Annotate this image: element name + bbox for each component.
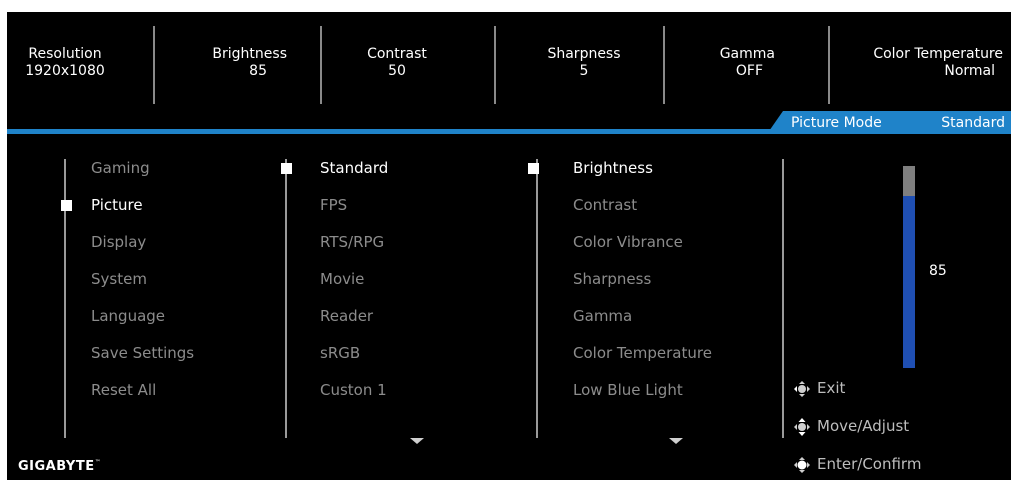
status-divider [663, 26, 665, 104]
main-menu-item-picture[interactable]: Picture [91, 196, 143, 214]
hint-move-adjust-label: Move/Adjust [817, 417, 910, 435]
setting-menu-item-color-vibrance[interactable]: Color Vibrance [573, 233, 683, 251]
selection-marker-icon [61, 200, 72, 211]
brightness-slider-value: 85 [929, 263, 947, 279]
main-menu-item-save-settings[interactable]: Save Settings [91, 344, 194, 362]
scroll-down-arrow-icon[interactable] [669, 438, 683, 444]
accent-separator [7, 129, 1011, 134]
scroll-down-arrow-icon[interactable] [410, 438, 424, 444]
mode-menu-item-rts-rpg[interactable]: RTS/RPG [320, 233, 384, 251]
main-menu-item-system[interactable]: System [91, 270, 147, 288]
setting-menu-item-sharpness[interactable]: Sharpness [573, 270, 651, 288]
status-divider [494, 26, 496, 104]
setting-menu-item-low-blue-light[interactable]: Low Blue Light [573, 381, 683, 399]
status-color-temperature-label: Color Temperature [873, 46, 1003, 62]
joystick-press-icon [794, 457, 810, 473]
status-divider [153, 26, 155, 104]
status-contrast-value: 50 [388, 63, 406, 79]
status-divider [320, 26, 322, 104]
status-brightness: Brightness 85 [167, 46, 287, 80]
status-sharpness-label: Sharpness [547, 46, 621, 62]
status-divider [828, 26, 830, 104]
selection-marker-icon [528, 163, 539, 174]
status-resolution-label: Resolution [28, 46, 102, 62]
hint-exit-label: Exit [817, 379, 846, 397]
hint-enter-confirm-label: Enter/Confirm [817, 455, 922, 473]
main-menu-item-reset-all[interactable]: Reset All [91, 381, 156, 399]
status-brightness-label: Brightness [212, 46, 287, 62]
status-sharpness-value: 5 [579, 63, 589, 79]
status-contrast-label: Contrast [367, 46, 427, 62]
status-sharpness: Sharpness 5 [539, 46, 629, 80]
mode-menu-item-standard[interactable]: Standard [320, 159, 388, 177]
brand-trademark: ™ [94, 459, 102, 466]
slider-divider [782, 159, 784, 438]
setting-menu-item-contrast[interactable]: Contrast [573, 196, 637, 214]
setting-menu-divider [536, 159, 538, 438]
mode-menu-item-reader[interactable]: Reader [320, 307, 373, 325]
mode-menu-item-custom-1[interactable]: Custon 1 [320, 381, 387, 399]
joystick-left-icon [794, 381, 810, 397]
main-menu-item-language[interactable]: Language [91, 307, 165, 325]
main-menu-item-gaming[interactable]: Gaming [91, 159, 150, 177]
brand-name: GIGABYTE [18, 459, 95, 474]
brightness-slider[interactable] [903, 166, 915, 368]
status-color-temperature: Color Temperature Normal [847, 46, 1003, 80]
setting-menu-item-gamma[interactable]: Gamma [573, 307, 632, 325]
mode-menu-item-movie[interactable]: Movie [320, 270, 364, 288]
status-resolution-value: 1920x1080 [25, 63, 105, 79]
status-color-temperature-value: Normal [944, 63, 995, 79]
status-brightness-value: 85 [249, 63, 267, 79]
status-gamma-value: OFF [735, 63, 763, 79]
brightness-slider-fill [903, 196, 915, 368]
mode-menu-divider [285, 159, 287, 438]
mode-menu-item-srgb[interactable]: sRGB [320, 344, 360, 362]
main-menu-item-display[interactable]: Display [91, 233, 146, 251]
gigabyte-logo: GIGABYTE™ [18, 459, 101, 474]
status-bar: Resolution 1920x1080 Brightness 85 Contr… [7, 12, 1011, 127]
status-resolution: Resolution 1920x1080 [25, 46, 105, 80]
status-gamma: Gamma OFF [687, 46, 775, 80]
status-gamma-label: Gamma [719, 46, 775, 62]
mode-menu-item-fps[interactable]: FPS [320, 196, 347, 214]
setting-menu-item-brightness[interactable]: Brightness [573, 159, 653, 177]
status-contrast: Contrast 50 [357, 46, 437, 80]
setting-menu-item-color-temperature[interactable]: Color Temperature [573, 344, 712, 362]
joystick-all-directions-icon [794, 418, 810, 436]
selection-marker-icon [281, 163, 292, 174]
osd-window: Resolution 1920x1080 Brightness 85 Contr… [7, 12, 1011, 480]
